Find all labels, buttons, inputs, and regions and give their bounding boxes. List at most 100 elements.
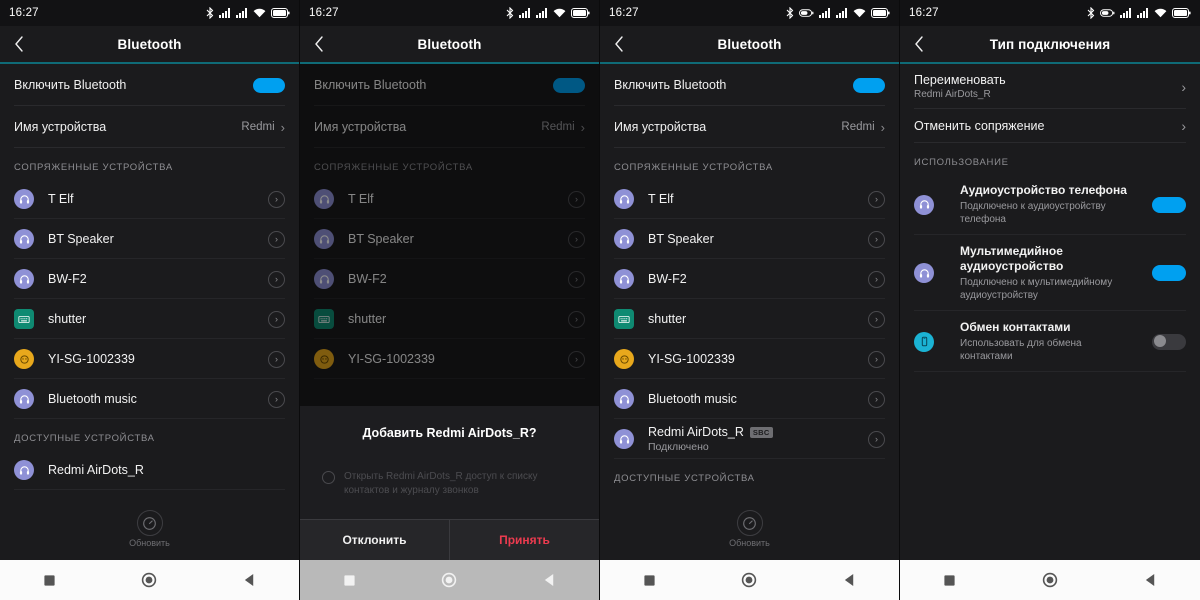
row-phone-audio[interactable]: Аудиоустройство телефона Подключено к ау… xyxy=(900,174,1200,235)
list-item[interactable]: Redmi AirDots_R xyxy=(0,450,299,490)
headset-icon xyxy=(614,229,634,249)
signal-icon xyxy=(536,8,548,18)
battery-icon xyxy=(271,8,290,18)
accept-button[interactable]: Принять xyxy=(450,520,599,560)
device-name: BT Speaker xyxy=(648,232,714,246)
wifi-icon xyxy=(553,8,566,18)
recents-square-icon[interactable] xyxy=(43,574,56,587)
chevron-left-icon xyxy=(915,36,923,52)
list-item[interactable]: Bluetooth music › xyxy=(0,379,299,419)
device-details-button[interactable]: › xyxy=(268,190,285,208)
device-details-button[interactable]: › xyxy=(268,230,285,248)
headset-icon xyxy=(14,269,34,289)
home-circle-icon[interactable] xyxy=(441,572,457,588)
enable-bluetooth-toggle[interactable] xyxy=(853,77,885,93)
bluetooth-icon xyxy=(786,7,794,19)
back-button[interactable] xyxy=(300,26,338,62)
device-details-button[interactable]: › xyxy=(868,270,885,288)
panel-content: Включить Bluetooth Имя устройства Redmi … xyxy=(300,64,599,560)
signal-icon xyxy=(1120,8,1132,18)
device-name: BW-F2 xyxy=(648,272,687,286)
decline-button[interactable]: Отклонить xyxy=(300,520,450,560)
page-title: Тип подключения xyxy=(989,36,1111,52)
list-item[interactable]: Bluetooth music › xyxy=(600,379,899,419)
refresh-icon xyxy=(736,510,763,536)
device-name: shutter xyxy=(648,312,687,326)
row-enable-bluetooth[interactable]: Включить Bluetooth xyxy=(0,64,299,106)
dialog-checkbox-row[interactable]: Открыть Redmi AirDots_R доступ к списку … xyxy=(316,470,583,497)
status-bar: 16:27 xyxy=(900,0,1200,26)
list-item-connected[interactable]: Redmi AirDots_R SBC Подключено › xyxy=(600,419,899,459)
row-unpair-device[interactable]: Отменить сопряжение › xyxy=(900,109,1200,143)
codec-badge: SBC xyxy=(749,426,773,438)
device-details-button[interactable]: › xyxy=(868,430,885,448)
back-button[interactable] xyxy=(0,26,38,62)
panel-bluetooth-list: 16:27 Bluetooth Включить Bluetooth Имя у… xyxy=(0,0,300,600)
back-button[interactable] xyxy=(600,26,638,62)
list-item[interactable]: BW-F2 › xyxy=(600,259,899,299)
recents-square-icon[interactable] xyxy=(943,574,956,587)
rename-value: Redmi AirDots_R xyxy=(914,89,991,100)
list-item[interactable]: shutter › xyxy=(600,299,899,339)
list-item[interactable]: T Elf › xyxy=(600,179,899,219)
dialog-actions: Отклонить Принять xyxy=(300,519,599,560)
home-circle-icon[interactable] xyxy=(741,572,757,588)
home-circle-icon[interactable] xyxy=(1042,572,1058,588)
system-navbar xyxy=(600,560,899,600)
share-contacts-checkbox[interactable] xyxy=(322,471,335,484)
recents-square-icon[interactable] xyxy=(643,574,656,587)
device-name-row: Redmi AirDots_R SBC xyxy=(648,425,773,439)
refresh-label: Обновить xyxy=(729,538,770,548)
device-details-button[interactable]: › xyxy=(868,350,885,368)
row-media-audio[interactable]: Мультимедийное аудиоустройство Подключен… xyxy=(900,235,1200,311)
device-details-button[interactable]: › xyxy=(868,310,885,328)
back-triangle-icon[interactable] xyxy=(1144,573,1157,587)
dialog-title: Добавить Redmi AirDots_R? xyxy=(362,426,537,440)
device-details-button[interactable]: › xyxy=(268,310,285,328)
list-item[interactable]: YI-SG-1002339 › xyxy=(600,339,899,379)
system-navbar xyxy=(300,560,599,600)
chevron-left-icon xyxy=(615,36,623,52)
contact-sharing-toggle[interactable] xyxy=(1152,333,1186,350)
camera-icon xyxy=(614,349,634,369)
back-button[interactable] xyxy=(900,26,938,62)
signal-icon xyxy=(819,8,831,18)
status-icons xyxy=(506,7,590,19)
device-details-button[interactable]: › xyxy=(268,270,285,288)
refresh-button[interactable]: Обновить xyxy=(0,498,299,560)
panel-connection-type: 16:27 Тип подключения Переименовать Redm xyxy=(900,0,1200,600)
list-item[interactable]: T Elf › xyxy=(0,179,299,219)
section-paired-devices: СОПРЯЖЕННЫЕ УСТРОЙСТВА xyxy=(14,162,173,173)
row-contact-sharing[interactable]: Обмен контактами Использовать для обмена… xyxy=(900,311,1200,372)
device-name: T Elf xyxy=(648,192,674,206)
device-details-button[interactable]: › xyxy=(868,190,885,208)
back-triangle-icon[interactable] xyxy=(843,573,856,587)
row-enable-bluetooth[interactable]: Включить Bluetooth xyxy=(600,64,899,106)
chevron-left-icon xyxy=(15,36,23,52)
device-details-button[interactable]: › xyxy=(868,390,885,408)
signal-icon xyxy=(519,8,531,18)
device-details-button[interactable]: › xyxy=(868,230,885,248)
row-rename-device[interactable]: Переименовать Redmi AirDots_R › xyxy=(900,64,1200,109)
usage-title: Аудиоустройство телефона xyxy=(960,183,1127,197)
section-available-devices: ДОСТУПНЫЕ УСТРОЙСТВА xyxy=(614,473,755,484)
refresh-button[interactable]: Обновить xyxy=(600,498,899,560)
row-device-name[interactable]: Имя устройства Redmi › xyxy=(600,106,899,148)
enable-bluetooth-toggle[interactable] xyxy=(253,77,285,93)
recents-square-icon[interactable] xyxy=(343,574,356,587)
back-triangle-icon[interactable] xyxy=(543,573,556,587)
back-triangle-icon[interactable] xyxy=(243,573,256,587)
phone-audio-toggle[interactable] xyxy=(1152,196,1186,213)
list-item[interactable]: shutter › xyxy=(0,299,299,339)
device-details-button[interactable]: › xyxy=(268,350,285,368)
list-item[interactable]: BW-F2 › xyxy=(0,259,299,299)
device-details-button[interactable]: › xyxy=(268,390,285,408)
home-circle-icon[interactable] xyxy=(141,572,157,588)
row-device-name[interactable]: Имя устройства Redmi › xyxy=(0,106,299,148)
list-item[interactable]: YI-SG-1002339 › xyxy=(0,339,299,379)
list-item[interactable]: BT Speaker › xyxy=(0,219,299,259)
panel-bluetooth-connected: 16:27 Bluetooth Включить Bluetooth Имя у… xyxy=(600,0,900,600)
list-item[interactable]: BT Speaker › xyxy=(600,219,899,259)
device-name: Bluetooth music xyxy=(648,392,737,406)
media-audio-toggle[interactable] xyxy=(1152,265,1186,281)
